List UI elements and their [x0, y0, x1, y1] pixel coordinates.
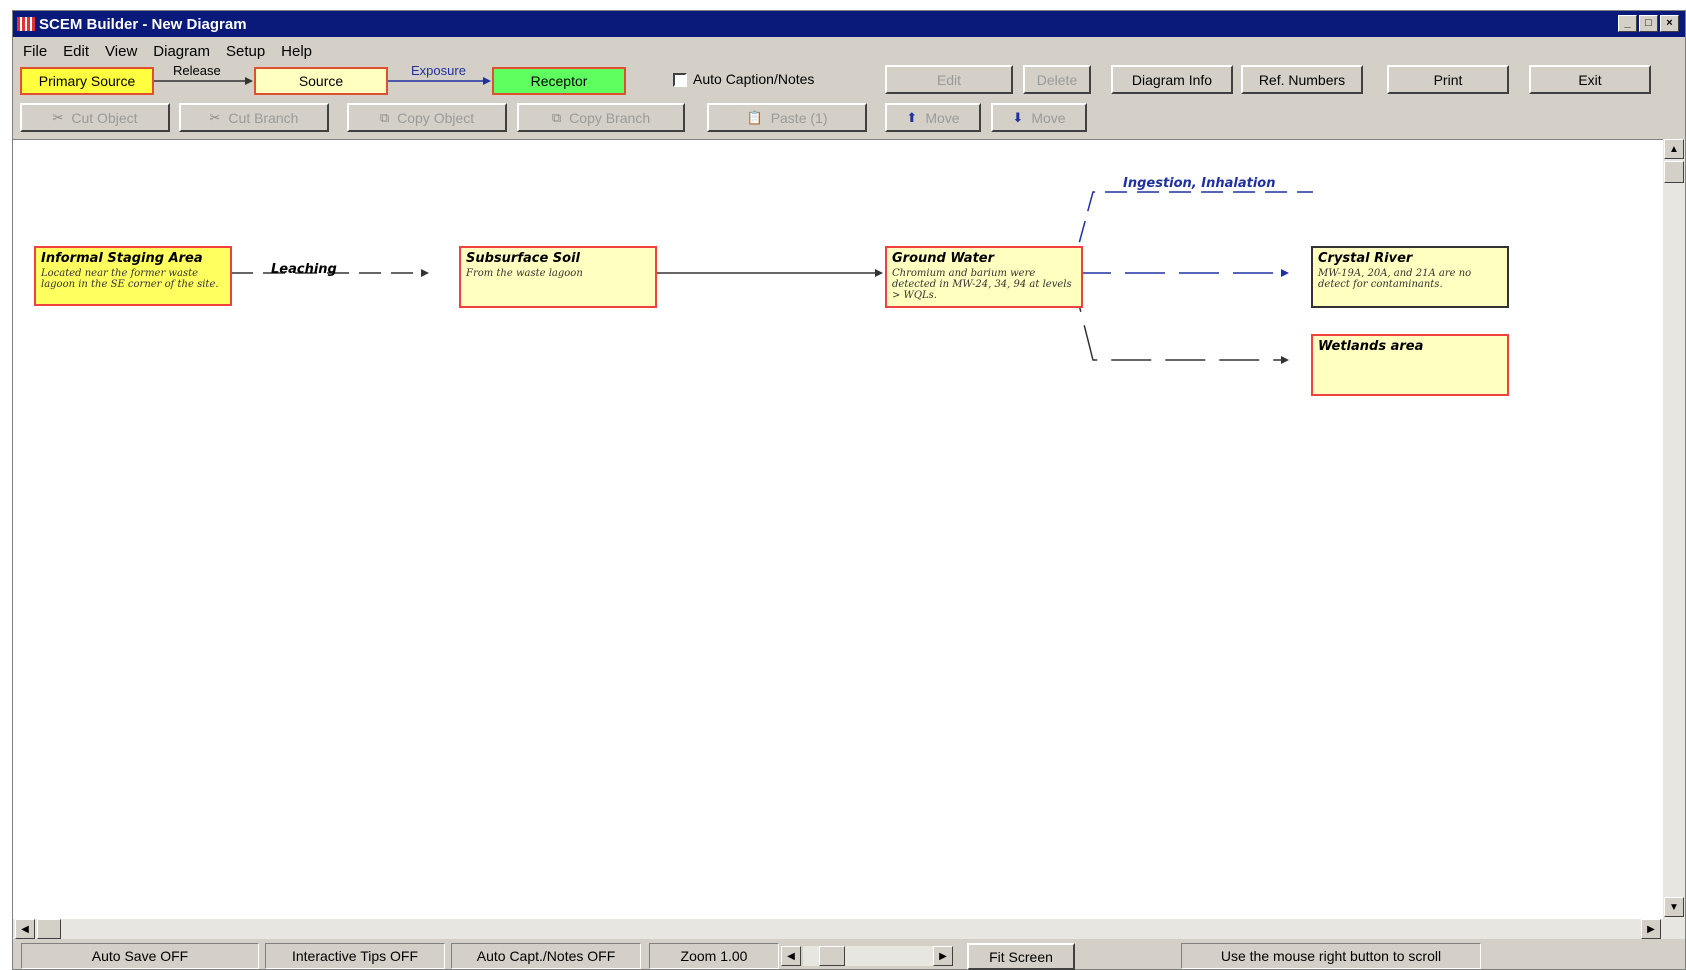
clipboard-icon: 📋 [746, 109, 763, 125]
node-title: Crystal River [1318, 251, 1413, 266]
arrow-up-icon: ⬆ [906, 109, 918, 125]
scroll-left-arrow-icon[interactable]: ◀ [15, 919, 35, 939]
cut-object-button[interactable]: ✂ Cut Object [20, 103, 170, 132]
move-up-button[interactable]: ⬆ Move [885, 103, 981, 132]
node-subsurface-soil[interactable]: Subsurface Soil From the waste lagoon [459, 246, 657, 308]
status-zoom-label: Zoom 1.00 [649, 943, 779, 969]
ref-numbers-button[interactable]: Ref. Numbers [1241, 65, 1363, 94]
move-down-button[interactable]: ⬇ Move [991, 103, 1087, 132]
maximize-button[interactable]: □ [1639, 15, 1658, 32]
node-ground-water[interactable]: Ground Water Chromium and barium were de… [885, 246, 1083, 308]
delete-button[interactable]: Delete [1023, 65, 1091, 94]
diagram-canvas[interactable]: Informal Staging Area Located near the f… [13, 139, 1663, 919]
node-description: Located near the former waste lagoon in … [41, 268, 219, 290]
status-auto-capt-notes[interactable]: Auto Capt./Notes OFF [451, 943, 641, 969]
copy-branch-label: Copy Branch [569, 109, 651, 126]
move-up-label: Move [925, 109, 960, 126]
close-button[interactable]: × [1660, 15, 1679, 32]
scissors-icon: ✂ [52, 109, 64, 125]
scroll-up-arrow-icon[interactable]: ▲ [1664, 139, 1684, 159]
zoom-in-arrow-icon[interactable]: ▶ [933, 946, 953, 966]
move-down-label: Move [1031, 109, 1066, 126]
copy-object-button[interactable]: ⧉ Copy Object [347, 103, 507, 132]
auto-caption-checkbox[interactable] [673, 73, 687, 87]
app-window: SCEM Builder - New Diagram _ □ × File Ed… [12, 10, 1686, 970]
scroll-down-arrow-icon[interactable]: ▼ [1664, 897, 1684, 917]
legend-exposure-arrow [388, 77, 491, 85]
paste-button[interactable]: 📋 Paste (1) [707, 103, 867, 132]
copy-branch-button[interactable]: ⧉ Copy Branch [517, 103, 685, 132]
vertical-scroll-thumb[interactable] [1664, 161, 1684, 183]
node-title: Subsurface Soil [466, 251, 581, 266]
edge-label-ingestion-inhalation: Ingestion, Inhalation [1123, 176, 1276, 191]
cut-branch-button[interactable]: ✂ Cut Branch [179, 103, 329, 132]
node-informal-staging-area[interactable]: Informal Staging Area Located near the f… [34, 246, 232, 306]
node-description: MW-19A, 20A, and 21A are no detect for c… [1318, 268, 1472, 290]
node-title: Ground Water [892, 251, 995, 266]
exit-button[interactable]: Exit [1529, 65, 1651, 94]
cut-branch-label: Cut Branch [228, 109, 299, 126]
cut-object-label: Cut Object [71, 109, 138, 126]
minimize-button[interactable]: _ [1618, 15, 1637, 32]
vertical-scrollbar[interactable]: ▲ ▼ [1663, 139, 1685, 939]
legend-receptor[interactable]: Receptor [492, 67, 626, 95]
status-hint: Use the mouse right button to scroll [1181, 943, 1481, 969]
copy-object-label: Copy Object [397, 109, 475, 126]
auto-caption-label: Auto Caption/Notes [693, 71, 815, 87]
node-title: Wetlands area [1318, 339, 1424, 354]
zoom-out-arrow-icon[interactable]: ◀ [781, 946, 801, 966]
copy-icon: ⧉ [551, 109, 562, 125]
copy-icon: ⧉ [379, 109, 390, 125]
horizontal-scrollbar[interactable]: ◀ ▶ [13, 919, 1663, 939]
scroll-right-arrow-icon[interactable]: ▶ [1641, 919, 1661, 939]
horizontal-scroll-thumb[interactable] [37, 919, 61, 939]
zoom-slider-thumb[interactable] [819, 946, 845, 966]
edit-button[interactable]: Edit [885, 65, 1013, 94]
node-wetlands-area[interactable]: Wetlands area [1311, 334, 1509, 396]
arrow-down-icon: ⬇ [1012, 109, 1024, 125]
node-description: Chromium and barium were detected in MW-… [892, 268, 1072, 301]
print-button[interactable]: Print [1387, 65, 1509, 94]
scissors-icon: ✂ [209, 109, 221, 125]
paste-label: Paste (1) [770, 109, 828, 126]
edge-label-leaching: Leaching [271, 262, 337, 277]
node-description: From the waste lagoon [466, 268, 583, 279]
status-interactive-tips[interactable]: Interactive Tips OFF [265, 943, 445, 969]
fit-screen-button[interactable]: Fit Screen [967, 943, 1075, 970]
status-bar: Auto Save OFF Interactive Tips OFF Auto … [13, 943, 1685, 970]
node-title: Informal Staging Area [41, 251, 203, 266]
diagram-info-button[interactable]: Diagram Info [1111, 65, 1233, 94]
status-auto-save[interactable]: Auto Save OFF [21, 943, 259, 969]
node-crystal-river[interactable]: Crystal River MW-19A, 20A, and 21A are n… [1311, 246, 1509, 308]
